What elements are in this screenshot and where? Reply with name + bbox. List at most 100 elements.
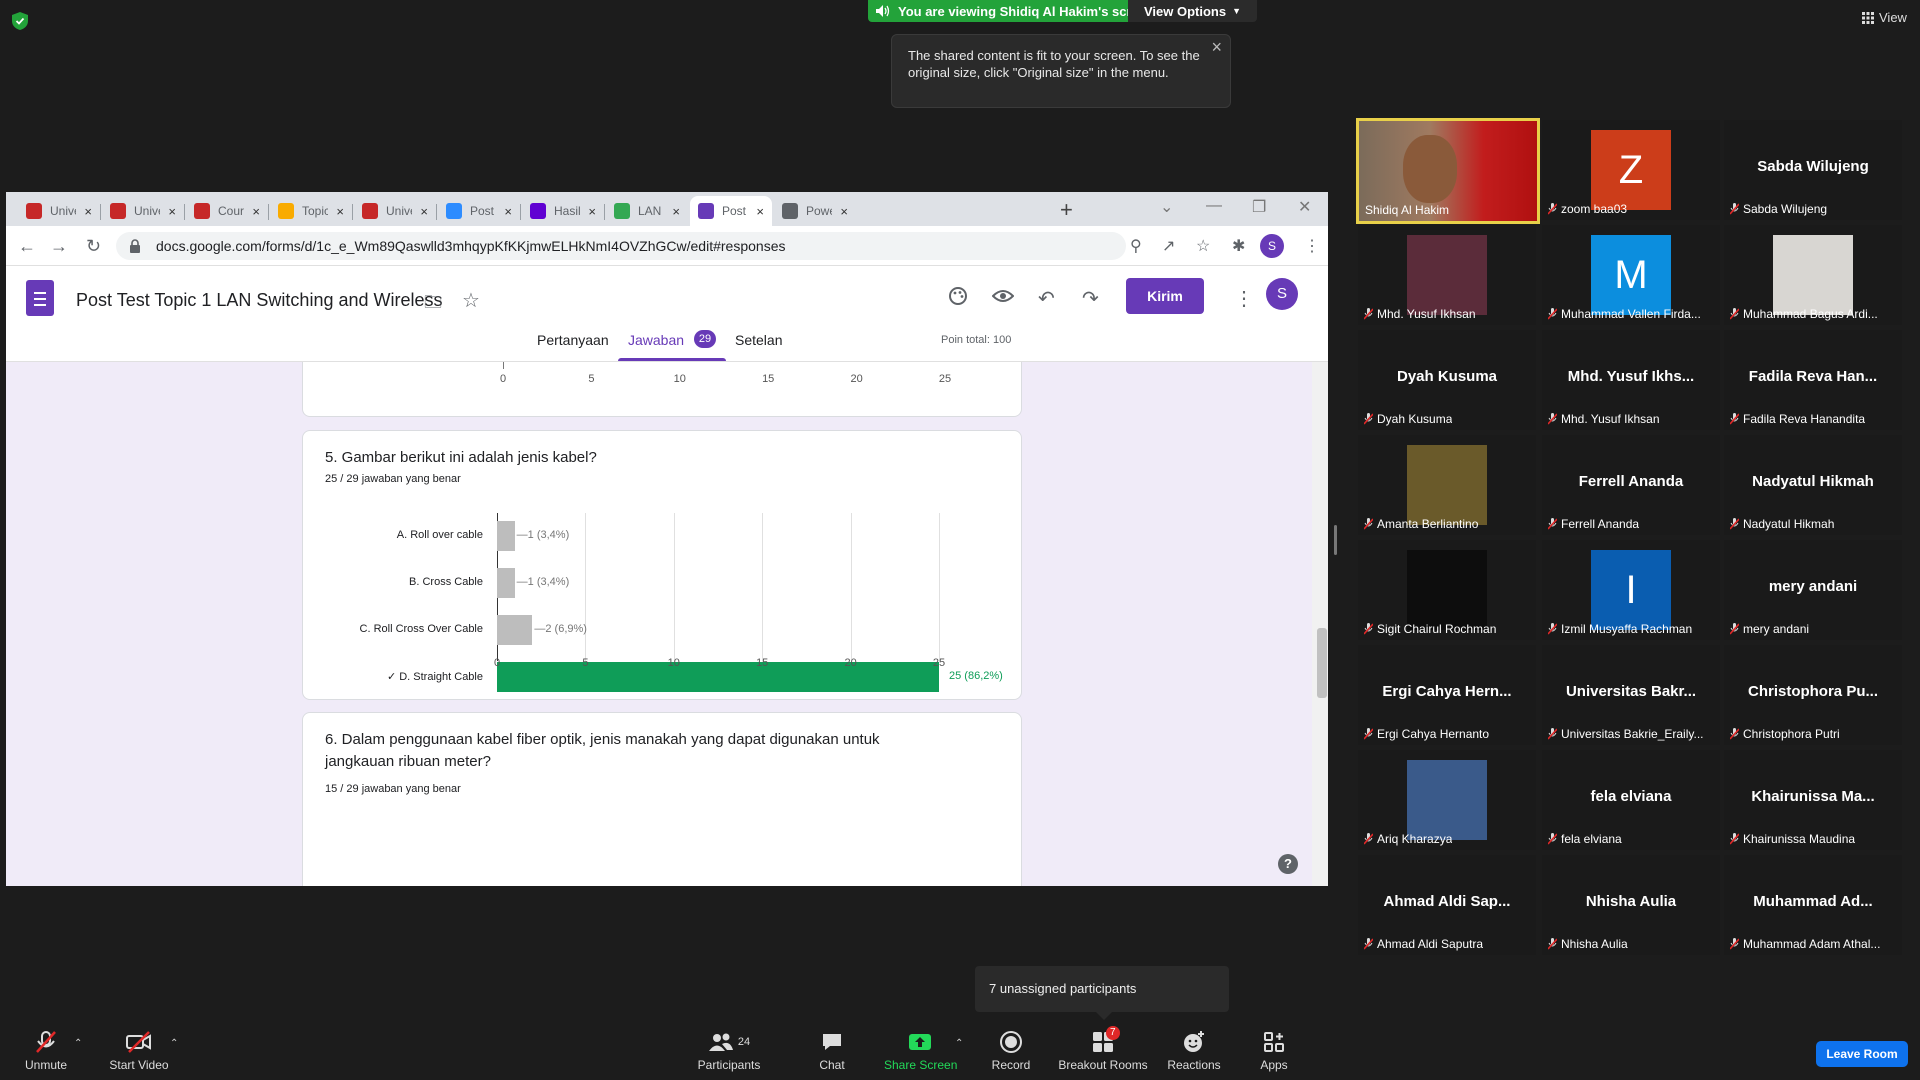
browser-tab[interactable]: Post At × [438,196,520,226]
participant-tile[interactable]: Dyah Kusuma Dyah Kusuma [1358,330,1536,430]
star-icon[interactable]: ☆ [462,288,480,313]
bar[interactable] [497,521,515,551]
page-scrollbar[interactable] [1312,362,1328,886]
participant-tile[interactable]: Sabda Wilujeng Sabda Wilujeng [1724,120,1902,220]
window-close-icon[interactable]: ✕ [1298,197,1311,217]
tab-close-icon[interactable]: × [756,204,764,219]
panel-splitter-handle[interactable] [1334,525,1337,555]
send-button[interactable]: Kirim [1126,278,1204,314]
security-shield-icon[interactable] [12,12,28,30]
browser-tab[interactable]: Hasil C × [522,196,604,226]
participant-name-label: Mhd. Yusuf Ikhsan [1364,307,1476,321]
tab-close-icon[interactable]: × [504,204,512,219]
scrollbar-thumb[interactable] [1317,628,1327,698]
record-button[interactable]: Record [988,1030,1034,1072]
participant-tile[interactable]: Khairunissa Ma... Khairunissa Maudina [1724,750,1902,850]
help-icon[interactable]: ? [1278,854,1298,874]
start-video-button[interactable]: Start Video [106,1030,172,1072]
url-field[interactable]: docs.google.com/forms/d/1c_e_Wm89Qaswlld… [116,232,1126,260]
participant-tile[interactable]: Muhammad Bagus Ardi... [1724,225,1902,325]
tab-close-icon[interactable]: × [672,204,680,219]
google-forms-logo-icon[interactable] [26,280,54,316]
participant-tile[interactable]: Mhd. Yusuf Ikhs... Mhd. Yusuf Ikhsan [1542,330,1720,430]
participant-tile[interactable]: Fadila Reva Han... Fadila Reva Hanandita [1724,330,1902,430]
participant-tile[interactable]: Shidiq Al Hakim [1356,118,1540,224]
breakout-rooms-button[interactable]: 7 Breakout Rooms [1058,1026,1148,1072]
tab-close-icon[interactable]: × [420,204,428,219]
participant-tile[interactable]: Muhammad Ad... Muhammad Adam Athal... [1724,855,1902,955]
participant-tile[interactable]: Amanta Berliantino [1358,435,1536,535]
unmute-button[interactable]: Unmute [20,1030,72,1072]
participant-tile[interactable]: M Muhammad Vallen Firda... [1542,225,1720,325]
participant-tile[interactable]: Nhisha Aulia Nhisha Aulia [1542,855,1720,955]
browser-tab[interactable]: Univer × [102,196,184,226]
participant-tile[interactable]: Ahmad Aldi Sap... Ahmad Aldi Saputra [1358,855,1536,955]
minimize-icon[interactable]: — [1206,197,1222,215]
bar[interactable] [497,615,533,645]
tab-close-icon[interactable]: × [840,204,848,219]
chat-button[interactable]: Chat [812,1030,852,1072]
folder-icon[interactable]: 🗀 [424,290,442,320]
more-options-icon[interactable]: ⋮ [1234,286,1254,311]
participant-tile[interactable]: Mhd. Yusuf Ikhsan [1358,225,1536,325]
unassigned-participants-popup[interactable]: 7 unassigned participants [975,966,1229,1012]
video-options-caret-icon[interactable]: ⌃ [170,1038,178,1049]
tab-pertanyaan[interactable]: Pertanyaan [537,332,609,348]
browser-tab[interactable]: Univer × [18,196,100,226]
browser-menu-icon[interactable]: ⋮ [1304,236,1320,256]
participant-tile[interactable]: fela elviana fela elviana [1542,750,1720,850]
view-options-button[interactable]: View Options ▼ [1128,0,1258,22]
bookmark-star-icon[interactable]: ☆ [1196,236,1210,256]
reactions-button[interactable]: Reactions [1166,1030,1222,1072]
participant-tile[interactable]: Christophora Pu... Christophora Putri [1724,645,1902,745]
browser-tab[interactable]: Univer × [354,196,436,226]
browser-tab[interactable]: Post Te × [690,196,772,226]
undo-icon[interactable]: ↶ [1038,286,1055,311]
tab-close-icon[interactable]: × [168,204,176,219]
share-options-caret-icon[interactable]: ⌃ [955,1038,963,1049]
tab-jawaban[interactable]: Jawaban [628,332,684,348]
bar[interactable] [497,568,515,598]
participant-tile[interactable]: Ferrell Ananda Ferrell Ananda [1542,435,1720,535]
new-tab-button[interactable]: + [1060,197,1073,223]
account-avatar[interactable]: S [1266,278,1298,310]
participant-tile[interactable]: I Izmil Musyaffa Rachman [1542,540,1720,640]
tab-close-icon[interactable]: × [336,204,344,219]
gallery-view-button[interactable]: View [1862,10,1907,25]
participant-tile[interactable]: Ariq Kharazya [1358,750,1536,850]
restore-icon[interactable]: ❐ [1252,197,1266,217]
reload-icon[interactable]: ↻ [86,236,101,257]
forward-icon[interactable]: → [50,236,68,257]
browser-profile-avatar[interactable]: S [1260,234,1284,258]
browser-tab[interactable]: Course × [186,196,268,226]
palette-icon[interactable] [948,286,968,306]
share-screen-button[interactable]: Share Screen [884,1030,957,1072]
participant-tile[interactable]: Nadyatul Hikmah Nadyatul Hikmah [1724,435,1902,535]
tab-close-icon[interactable]: × [84,204,92,219]
tab-close-icon[interactable]: × [588,204,596,219]
tab-close-icon[interactable]: × [252,204,260,219]
form-title[interactable]: Post Test Topic 1 LAN Switching and Wire… [76,290,443,311]
leave-room-button[interactable]: Leave Room [1816,1041,1908,1067]
browser-tab[interactable]: LAN S × [606,196,688,226]
participant-tile[interactable]: Sigit Chairul Rochman [1358,540,1536,640]
participants-button[interactable]: 24 Participants [694,1030,764,1072]
participant-tile[interactable]: Universitas Bakr... Universitas Bakrie_Er… [1542,645,1720,745]
reactions-icon [1184,1031,1204,1052]
preview-eye-icon[interactable] [992,288,1014,304]
tab-search-icon[interactable]: ⌄ [1160,197,1173,217]
browser-tab[interactable]: PowerI × [774,196,856,226]
extensions-icon[interactable]: ✱ [1232,236,1245,256]
zoom-search-icon[interactable]: ⚲ [1130,236,1142,256]
back-icon[interactable]: ← [18,236,36,257]
redo-icon[interactable]: ↷ [1082,286,1099,311]
participant-tile[interactable]: Ergi Cahya Hern... Ergi Cahya Hernanto [1358,645,1536,745]
browser-tab[interactable]: Topic 2 × [270,196,352,226]
close-icon[interactable]: × [1211,38,1222,56]
participant-tile[interactable]: Zzoom baa03 [1542,120,1720,220]
apps-button[interactable]: Apps [1256,1030,1292,1072]
audio-options-caret-icon[interactable]: ⌃ [74,1038,82,1049]
participant-tile[interactable]: mery andani mery andani [1724,540,1902,640]
tab-setelan[interactable]: Setelan [735,332,782,348]
share-icon[interactable]: ↗ [1162,236,1175,256]
